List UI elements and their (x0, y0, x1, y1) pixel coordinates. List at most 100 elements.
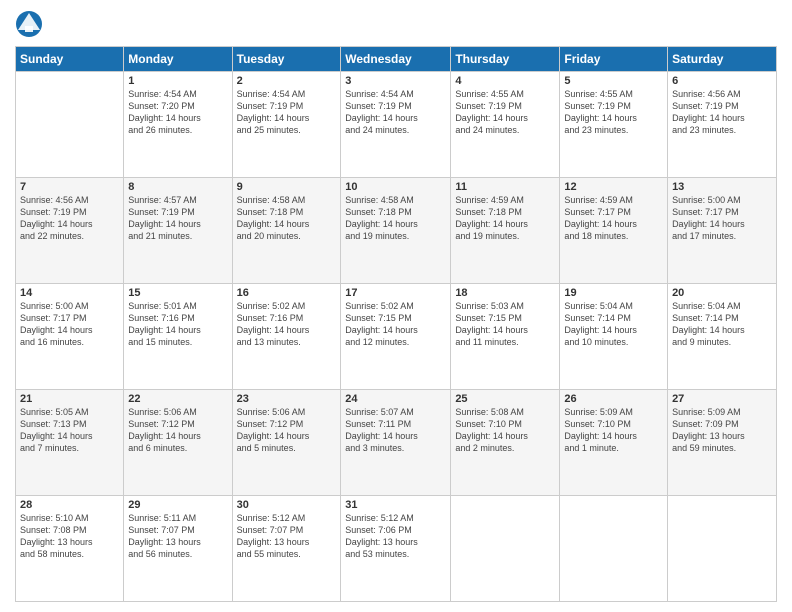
day-info: Sunrise: 4:55 AM Sunset: 7:19 PM Dayligh… (564, 88, 663, 137)
day-number: 29 (128, 499, 227, 511)
day-info: Sunrise: 5:04 AM Sunset: 7:14 PM Dayligh… (672, 300, 772, 349)
day-number: 18 (455, 287, 555, 299)
day-cell: 9Sunrise: 4:58 AM Sunset: 7:18 PM Daylig… (232, 178, 341, 284)
day-info: Sunrise: 5:03 AM Sunset: 7:15 PM Dayligh… (455, 300, 555, 349)
day-number: 1 (128, 75, 227, 87)
calendar-container: SundayMondayTuesdayWednesdayThursdayFrid… (0, 0, 792, 612)
day-cell: 17Sunrise: 5:02 AM Sunset: 7:15 PM Dayli… (341, 284, 451, 390)
day-number: 21 (20, 393, 119, 405)
day-number: 3 (345, 75, 446, 87)
day-cell: 16Sunrise: 5:02 AM Sunset: 7:16 PM Dayli… (232, 284, 341, 390)
day-info: Sunrise: 5:02 AM Sunset: 7:16 PM Dayligh… (237, 300, 337, 349)
day-cell: 4Sunrise: 4:55 AM Sunset: 7:19 PM Daylig… (451, 72, 560, 178)
day-info: Sunrise: 4:59 AM Sunset: 7:17 PM Dayligh… (564, 194, 663, 243)
day-number: 16 (237, 287, 337, 299)
day-number: 22 (128, 393, 227, 405)
day-cell: 21Sunrise: 5:05 AM Sunset: 7:13 PM Dayli… (16, 390, 124, 496)
day-cell: 20Sunrise: 5:04 AM Sunset: 7:14 PM Dayli… (668, 284, 777, 390)
day-info: Sunrise: 5:02 AM Sunset: 7:15 PM Dayligh… (345, 300, 446, 349)
day-header-friday: Friday (560, 47, 668, 72)
day-number: 11 (455, 181, 555, 193)
day-info: Sunrise: 4:58 AM Sunset: 7:18 PM Dayligh… (237, 194, 337, 243)
day-cell: 3Sunrise: 4:54 AM Sunset: 7:19 PM Daylig… (341, 72, 451, 178)
day-info: Sunrise: 4:57 AM Sunset: 7:19 PM Dayligh… (128, 194, 227, 243)
header (15, 10, 777, 38)
day-cell: 15Sunrise: 5:01 AM Sunset: 7:16 PM Dayli… (124, 284, 232, 390)
day-number: 2 (237, 75, 337, 87)
day-info: Sunrise: 4:59 AM Sunset: 7:18 PM Dayligh… (455, 194, 555, 243)
day-cell: 11Sunrise: 4:59 AM Sunset: 7:18 PM Dayli… (451, 178, 560, 284)
calendar-table: SundayMondayTuesdayWednesdayThursdayFrid… (15, 46, 777, 602)
day-info: Sunrise: 4:54 AM Sunset: 7:19 PM Dayligh… (237, 88, 337, 137)
day-header-thursday: Thursday (451, 47, 560, 72)
day-info: Sunrise: 5:06 AM Sunset: 7:12 PM Dayligh… (128, 406, 227, 455)
day-info: Sunrise: 5:08 AM Sunset: 7:10 PM Dayligh… (455, 406, 555, 455)
day-cell (560, 496, 668, 602)
day-cell: 18Sunrise: 5:03 AM Sunset: 7:15 PM Dayli… (451, 284, 560, 390)
day-header-saturday: Saturday (668, 47, 777, 72)
day-number: 5 (564, 75, 663, 87)
day-info: Sunrise: 5:04 AM Sunset: 7:14 PM Dayligh… (564, 300, 663, 349)
day-info: Sunrise: 4:54 AM Sunset: 7:20 PM Dayligh… (128, 88, 227, 137)
week-row-5: 28Sunrise: 5:10 AM Sunset: 7:08 PM Dayli… (16, 496, 777, 602)
day-info: Sunrise: 4:56 AM Sunset: 7:19 PM Dayligh… (672, 88, 772, 137)
day-info: Sunrise: 5:07 AM Sunset: 7:11 PM Dayligh… (345, 406, 446, 455)
day-cell: 22Sunrise: 5:06 AM Sunset: 7:12 PM Dayli… (124, 390, 232, 496)
day-info: Sunrise: 4:58 AM Sunset: 7:18 PM Dayligh… (345, 194, 446, 243)
day-header-sunday: Sunday (16, 47, 124, 72)
day-info: Sunrise: 5:09 AM Sunset: 7:10 PM Dayligh… (564, 406, 663, 455)
day-cell (451, 496, 560, 602)
day-info: Sunrise: 5:12 AM Sunset: 7:07 PM Dayligh… (237, 512, 337, 561)
day-number: 23 (237, 393, 337, 405)
day-cell: 13Sunrise: 5:00 AM Sunset: 7:17 PM Dayli… (668, 178, 777, 284)
day-cell (16, 72, 124, 178)
day-cell: 5Sunrise: 4:55 AM Sunset: 7:19 PM Daylig… (560, 72, 668, 178)
day-info: Sunrise: 5:00 AM Sunset: 7:17 PM Dayligh… (672, 194, 772, 243)
day-info: Sunrise: 5:09 AM Sunset: 7:09 PM Dayligh… (672, 406, 772, 455)
day-info: Sunrise: 5:06 AM Sunset: 7:12 PM Dayligh… (237, 406, 337, 455)
day-info: Sunrise: 5:05 AM Sunset: 7:13 PM Dayligh… (20, 406, 119, 455)
day-header-row: SundayMondayTuesdayWednesdayThursdayFrid… (16, 47, 777, 72)
day-number: 4 (455, 75, 555, 87)
week-row-2: 7Sunrise: 4:56 AM Sunset: 7:19 PM Daylig… (16, 178, 777, 284)
day-info: Sunrise: 5:01 AM Sunset: 7:16 PM Dayligh… (128, 300, 227, 349)
day-number: 9 (237, 181, 337, 193)
day-number: 19 (564, 287, 663, 299)
week-row-4: 21Sunrise: 5:05 AM Sunset: 7:13 PM Dayli… (16, 390, 777, 496)
day-number: 8 (128, 181, 227, 193)
day-cell: 28Sunrise: 5:10 AM Sunset: 7:08 PM Dayli… (16, 496, 124, 602)
day-number: 27 (672, 393, 772, 405)
day-header-monday: Monday (124, 47, 232, 72)
day-cell: 10Sunrise: 4:58 AM Sunset: 7:18 PM Dayli… (341, 178, 451, 284)
day-number: 12 (564, 181, 663, 193)
day-cell: 27Sunrise: 5:09 AM Sunset: 7:09 PM Dayli… (668, 390, 777, 496)
day-cell: 8Sunrise: 4:57 AM Sunset: 7:19 PM Daylig… (124, 178, 232, 284)
day-number: 15 (128, 287, 227, 299)
day-header-wednesday: Wednesday (341, 47, 451, 72)
day-cell: 25Sunrise: 5:08 AM Sunset: 7:10 PM Dayli… (451, 390, 560, 496)
day-cell: 12Sunrise: 4:59 AM Sunset: 7:17 PM Dayli… (560, 178, 668, 284)
day-number: 30 (237, 499, 337, 511)
day-number: 13 (672, 181, 772, 193)
day-number: 24 (345, 393, 446, 405)
day-cell: 24Sunrise: 5:07 AM Sunset: 7:11 PM Dayli… (341, 390, 451, 496)
day-info: Sunrise: 4:55 AM Sunset: 7:19 PM Dayligh… (455, 88, 555, 137)
day-info: Sunrise: 5:10 AM Sunset: 7:08 PM Dayligh… (20, 512, 119, 561)
day-cell: 31Sunrise: 5:12 AM Sunset: 7:06 PM Dayli… (341, 496, 451, 602)
day-cell: 2Sunrise: 4:54 AM Sunset: 7:19 PM Daylig… (232, 72, 341, 178)
logo (15, 10, 46, 38)
day-cell: 26Sunrise: 5:09 AM Sunset: 7:10 PM Dayli… (560, 390, 668, 496)
week-row-3: 14Sunrise: 5:00 AM Sunset: 7:17 PM Dayli… (16, 284, 777, 390)
day-number: 7 (20, 181, 119, 193)
day-cell: 29Sunrise: 5:11 AM Sunset: 7:07 PM Dayli… (124, 496, 232, 602)
day-info: Sunrise: 5:12 AM Sunset: 7:06 PM Dayligh… (345, 512, 446, 561)
day-cell (668, 496, 777, 602)
day-cell: 19Sunrise: 5:04 AM Sunset: 7:14 PM Dayli… (560, 284, 668, 390)
day-cell: 1Sunrise: 4:54 AM Sunset: 7:20 PM Daylig… (124, 72, 232, 178)
day-number: 6 (672, 75, 772, 87)
week-row-1: 1Sunrise: 4:54 AM Sunset: 7:20 PM Daylig… (16, 72, 777, 178)
day-number: 25 (455, 393, 555, 405)
day-cell: 23Sunrise: 5:06 AM Sunset: 7:12 PM Dayli… (232, 390, 341, 496)
day-header-tuesday: Tuesday (232, 47, 341, 72)
day-cell: 14Sunrise: 5:00 AM Sunset: 7:17 PM Dayli… (16, 284, 124, 390)
